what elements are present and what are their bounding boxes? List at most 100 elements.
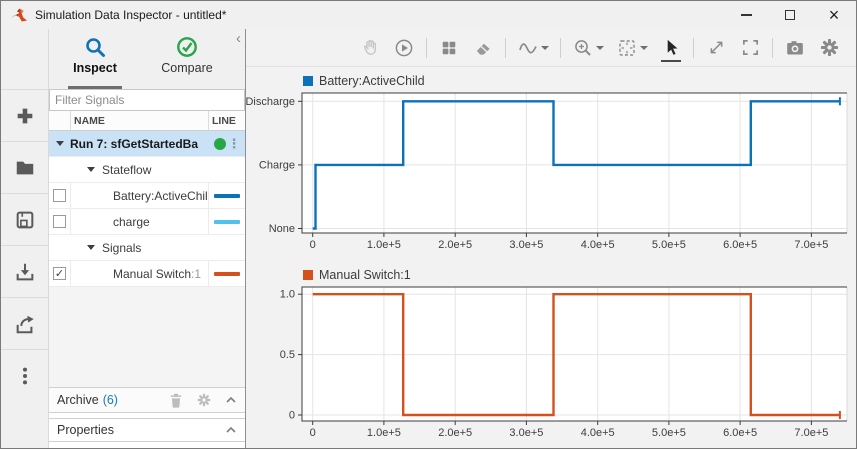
open-button[interactable] — [1, 141, 48, 193]
battery-chart-legend: Battery:ActiveChild — [303, 71, 856, 91]
svg-text:6.0e+5: 6.0e+5 — [723, 427, 757, 439]
subplot-layout-button[interactable] — [432, 33, 466, 63]
table-header: NAME LINE — [49, 111, 245, 131]
manual-switch-chart: Manual Switch:1 01.0e+52.0e+53.0e+54.0e+… — [246, 265, 856, 443]
run-status-dot — [214, 138, 226, 150]
save-button[interactable] — [1, 193, 48, 245]
group-label: Signals — [102, 241, 141, 255]
tab-compare-label: Compare — [161, 61, 212, 75]
snapshot-button[interactable] — [778, 33, 812, 63]
archive-settings-button[interactable] — [197, 393, 211, 407]
signal-label: Battery:ActiveChild — [113, 189, 208, 203]
expand-diagonal-icon — [707, 38, 726, 57]
zoom-in-button[interactable] — [566, 33, 600, 63]
pointer-arrow-icon — [662, 38, 681, 57]
floppy-save-icon — [14, 209, 36, 231]
active-tab-underline — [68, 86, 122, 89]
line-style-cell[interactable] — [208, 183, 245, 208]
signal-row-charge[interactable]: charge — [49, 209, 245, 235]
signal-checkbox-2[interactable] — [53, 267, 66, 280]
export-button[interactable] — [1, 297, 48, 349]
zoom-in-magnifier-icon — [573, 38, 593, 58]
battery-chart-plot[interactable]: 01.0e+52.0e+53.0e+54.0e+55.0e+56.0e+57.0… — [246, 91, 856, 255]
line-style-cell[interactable] — [208, 261, 245, 286]
pointer-tool-button[interactable] — [654, 33, 688, 63]
line-swatch — [214, 220, 240, 224]
group-caret-icon[interactable] — [87, 167, 95, 172]
line-column-header: LINE — [208, 111, 245, 130]
run-row[interactable]: Run 7: sfGetStartedBa ⋮ — [49, 131, 245, 157]
signal-row-battery[interactable]: Battery:ActiveChild — [49, 183, 245, 209]
plot-area-region: Battery:ActiveChild 0 1.0e+5 2.0e+5 3.0e+5 4… — [245, 29, 856, 449]
manual-switch-chart-plot[interactable]: 01.0e+52.0e+53.0e+54.0e+55.0e+56.0e+57.0… — [246, 285, 856, 443]
signal-checkbox-1[interactable] — [53, 215, 66, 228]
expand-button[interactable] — [699, 33, 733, 63]
properties-label: Properties — [57, 423, 114, 437]
svg-text:0: 0 — [310, 427, 316, 439]
svg-text:4.0e+5: 4.0e+5 — [581, 239, 615, 251]
filter-signals-input[interactable] — [49, 89, 245, 111]
gear-icon — [820, 38, 839, 57]
pan-button[interactable] — [353, 33, 387, 63]
svg-text:1.0: 1.0 — [280, 289, 295, 301]
svg-text:0: 0 — [289, 410, 295, 422]
maximize-button[interactable] — [768, 1, 812, 29]
close-button[interactable]: × — [812, 1, 856, 29]
svg-text:2.0e+5: 2.0e+5 — [438, 427, 472, 439]
line-swatch — [214, 194, 240, 198]
left-toolbar — [1, 29, 49, 449]
window-title: Simulation Data Inspector - untitled* — [35, 8, 724, 22]
svg-text:Discharge: Discharge — [246, 96, 295, 108]
line-style-cell[interactable] — [208, 209, 245, 234]
svg-text:7.0e+5: 7.0e+5 — [794, 239, 828, 251]
manual-switch-chart-legend: Manual Switch:1 — [303, 265, 856, 285]
line-swatch — [214, 272, 240, 276]
import-button[interactable] — [1, 245, 48, 297]
name-column-header: NAME — [71, 111, 208, 130]
clear-plots-button[interactable] — [466, 33, 500, 63]
svg-text:1.0e+5: 1.0e+5 — [367, 239, 401, 251]
group-row-stateflow[interactable]: Stateflow — [49, 157, 245, 183]
group-row-signals[interactable]: Signals — [49, 235, 245, 261]
group-caret-icon[interactable] — [87, 245, 95, 250]
fullscreen-brackets-icon — [741, 38, 760, 57]
plot-toolbar — [246, 29, 856, 67]
run-caret-icon[interactable] — [56, 141, 64, 146]
camera-icon — [785, 38, 805, 58]
battery-chart: Battery:ActiveChild 01.0e+52.0e+53.0e+54… — [246, 71, 856, 255]
svg-text:3.0e+5: 3.0e+5 — [509, 427, 543, 439]
replay-button[interactable] — [387, 33, 421, 63]
tab-inspect[interactable]: Inspect — [49, 29, 141, 89]
properties-bar[interactable]: Properties — [49, 418, 245, 442]
signal-style-button[interactable] — [511, 33, 545, 63]
svg-text:None: None — [269, 223, 295, 235]
run-menu-icon[interactable]: ⋮ — [226, 138, 242, 150]
legend-label: Battery:ActiveChild — [319, 74, 425, 88]
gear-icon — [197, 393, 211, 407]
svg-text:0.5: 0.5 — [280, 349, 295, 361]
svg-text:6.0e+5: 6.0e+5 — [723, 239, 757, 251]
pan-hand-icon — [361, 38, 380, 57]
properties-collapse-button[interactable] — [225, 426, 237, 434]
settings-button[interactable] — [812, 33, 846, 63]
vertical-dots-icon — [14, 365, 36, 387]
signal-checkbox-0[interactable] — [53, 189, 66, 202]
archive-delete-button[interactable] — [169, 393, 183, 408]
trash-icon — [169, 393, 183, 408]
fit-to-view-button[interactable] — [610, 33, 644, 63]
collapse-panel-icon[interactable]: ‹ — [236, 33, 241, 45]
svg-text:3.0e+5: 3.0e+5 — [509, 239, 543, 251]
archive-collapse-button[interactable] — [225, 396, 237, 404]
more-options-button[interactable] — [1, 349, 48, 401]
tab-bar: Inspect Compare ‹ — [49, 29, 245, 89]
svg-text:0: 0 — [310, 239, 316, 251]
minimize-button[interactable] — [724, 1, 768, 29]
close-icon: × — [829, 10, 840, 20]
archive-bar[interactable]: Archive (6) — [49, 387, 245, 413]
archive-label: Archive — [57, 393, 99, 407]
tab-compare[interactable]: Compare — [141, 29, 233, 89]
add-button[interactable] — [1, 89, 48, 141]
signal-row-manual-switch[interactable]: Manual Switch:1 — [49, 261, 245, 287]
fullscreen-button[interactable] — [733, 33, 767, 63]
svg-text:5.0e+5: 5.0e+5 — [652, 427, 686, 439]
